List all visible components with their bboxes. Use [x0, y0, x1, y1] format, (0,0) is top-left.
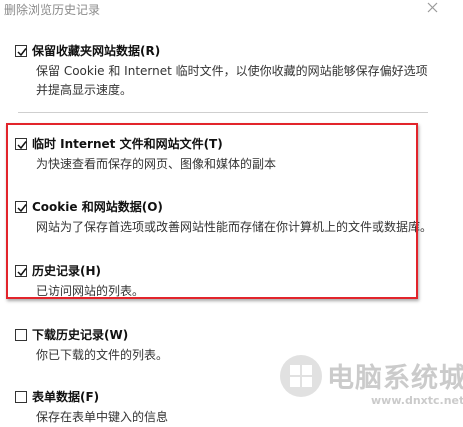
window-title: 删除浏览历史记录: [4, 3, 101, 17]
checkmark-icon: [17, 268, 27, 277]
delete-browsing-history-dialog: 删除浏览历史记录 保留收藏夹网站数据(R) 保留 Cookie 和 Intern…: [0, 0, 463, 424]
option-description: 已访问网站的列表。: [36, 284, 145, 298]
option-label: 下载历史记录(W): [32, 328, 129, 342]
checkmark-icon: [17, 141, 27, 150]
checkbox-preserve-favorites[interactable]: [15, 45, 27, 57]
checkbox-form-data[interactable]: [15, 391, 27, 403]
option-description: 网站为了保存首选项或改善网站性能而存储在你计算机上的文件或数据库。: [36, 220, 433, 234]
watermark-url: www.dnxtc.net: [371, 394, 463, 407]
checkbox-cookies[interactable]: [15, 201, 27, 213]
checkmark-icon: [17, 48, 27, 57]
option-label: 历史记录(H): [32, 264, 102, 278]
option-label: 表单数据(F): [32, 390, 100, 404]
option-description: 你已下载的文件的列表。: [36, 348, 169, 362]
checkbox-download-history[interactable]: [15, 329, 27, 341]
checkbox-temp-internet-files[interactable]: [15, 138, 27, 150]
checkbox-history[interactable]: [15, 265, 27, 277]
option-label: 保留收藏夹网站数据(R): [32, 44, 161, 58]
option-description: 为快速查看而保存的网页、图像和媒体的副本: [36, 157, 277, 171]
option-description: 保留 Cookie 和 Internet 临时文件，以使你收藏的网站能够保存偏好…: [36, 64, 428, 97]
option-label: Cookie 和网站数据(O): [32, 200, 163, 214]
separator: [18, 112, 428, 113]
option-label: 临时 Internet 文件和网站文件(T): [32, 137, 223, 151]
close-icon[interactable]: [424, 0, 442, 18]
checkmark-icon: [17, 204, 27, 213]
